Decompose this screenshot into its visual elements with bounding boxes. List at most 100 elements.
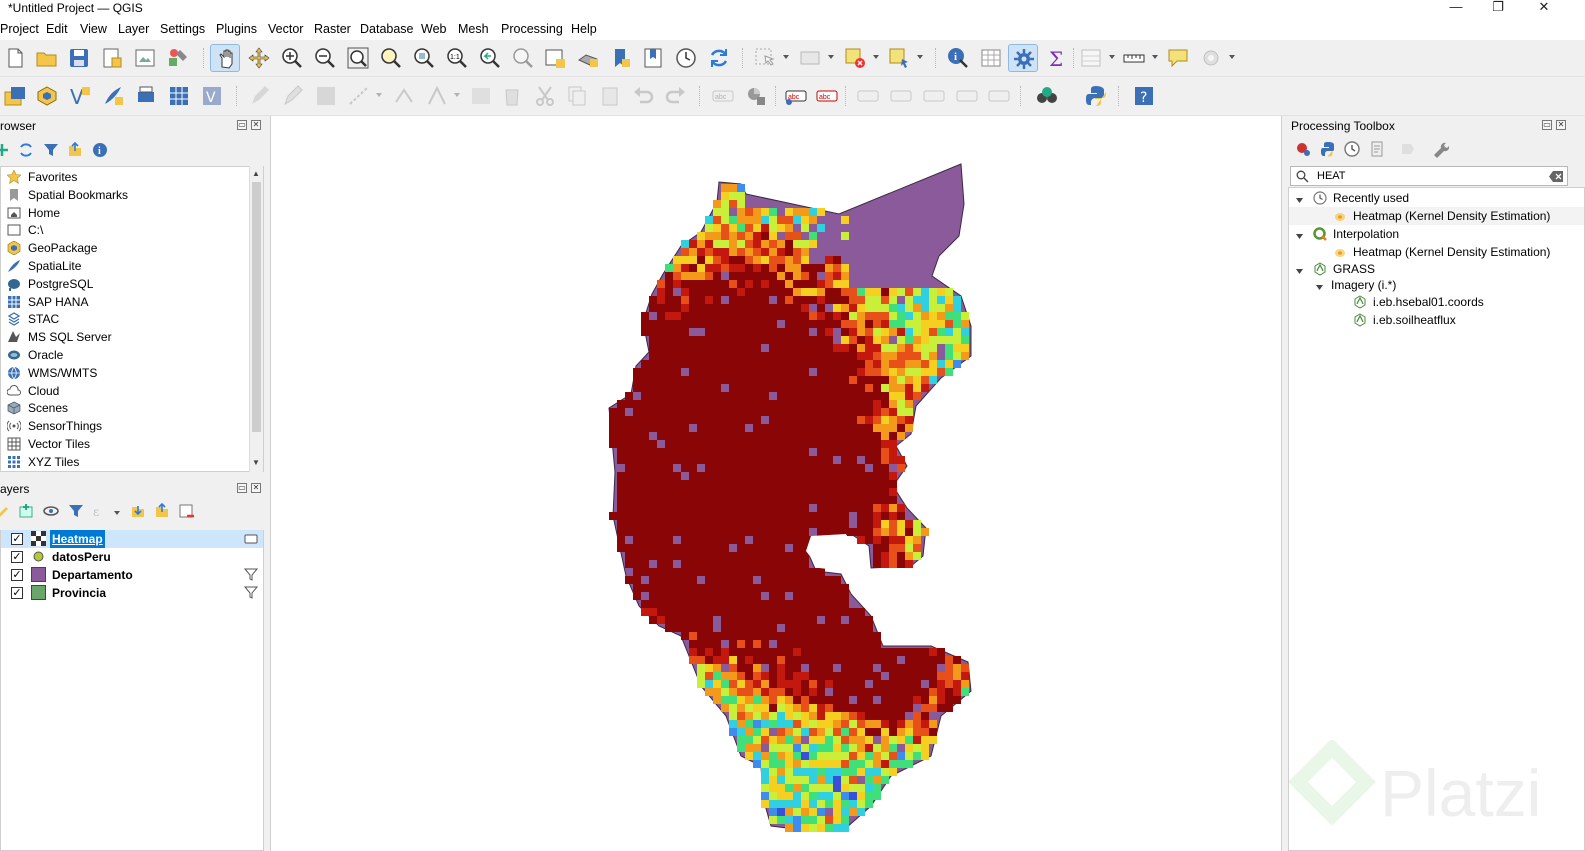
toolbox-group[interactable]: Imagery (i.*) <box>1289 276 1584 294</box>
select-by-value-icon[interactable] <box>798 46 822 70</box>
toolbox-algorithm[interactable]: Heatmap (Kernel Density Estimation) <box>1289 243 1584 261</box>
scripts-icon[interactable] <box>1319 140 1337 158</box>
models-icon[interactable] <box>1294 140 1312 158</box>
maximize-button[interactable]: ❐ <box>1478 0 1518 16</box>
menu-layer[interactable]: Layer <box>118 21 149 37</box>
menu-mesh[interactable]: Mesh <box>458 21 489 37</box>
measure-line-icon[interactable] <box>1122 46 1146 70</box>
zoom-to-layer-icon[interactable] <box>412 46 436 70</box>
close-panel-icon[interactable]: ✕ <box>251 120 261 130</box>
show-bookmarks-icon[interactable] <box>641 46 665 70</box>
style-manager-icon[interactable] <box>166 46 190 70</box>
cut-features-icon[interactable] <box>533 84 557 108</box>
properties-info-icon[interactable]: i <box>91 141 109 159</box>
new-virtual-layer-icon[interactable] <box>134 84 158 108</box>
manage-map-themes-icon[interactable] <box>42 502 60 520</box>
refresh-icon[interactable] <box>707 46 731 70</box>
deselect-features-icon[interactable] <box>843 46 867 70</box>
toolbox-algorithm[interactable]: i.eb.soilheatflux <box>1289 311 1584 329</box>
menu-edit[interactable]: Edit <box>46 21 68 37</box>
layer-item[interactable]: ✓ Departamento <box>1 566 263 584</box>
attribute-table-icon[interactable] <box>979 46 1003 70</box>
new-map-view-icon[interactable] <box>543 46 567 70</box>
add-vector-icon[interactable]: V <box>200 84 224 108</box>
layer-visibility-checkbox[interactable]: ✓ <box>11 551 23 563</box>
vertex-tool-icon[interactable] <box>392 84 416 108</box>
pan-map-icon[interactable] <box>210 44 240 72</box>
show-hide-labels-icon[interactable] <box>889 84 913 108</box>
select-location-icon[interactable] <box>887 46 911 70</box>
add-group-icon[interactable] <box>17 502 35 520</box>
filter-browser-icon[interactable] <box>42 141 60 159</box>
processing-toolbox-icon[interactable] <box>1008 44 1038 72</box>
edit-features-in-place-icon[interactable] <box>1399 140 1417 158</box>
identify-features-icon[interactable]: i <box>946 46 970 70</box>
close-button[interactable]: ✕ <box>1524 0 1564 16</box>
zoom-out-icon[interactable] <box>313 46 337 70</box>
menu-raster[interactable]: Raster <box>314 21 351 37</box>
toolbox-algorithm[interactable]: i.eb.hsebal01.coords <box>1289 293 1584 311</box>
zoom-to-selection-icon[interactable] <box>379 46 403 70</box>
rotate-label-icon[interactable] <box>955 84 979 108</box>
new-shapefile-icon[interactable]: V <box>68 84 92 108</box>
menu-project[interactable]: Project <box>0 21 39 37</box>
toolbox-search-box[interactable]: HEAT <box>1290 166 1568 186</box>
float-panel-icon[interactable]: ▭ <box>237 120 247 130</box>
menu-help[interactable]: Help <box>571 21 597 37</box>
zoom-in-icon[interactable] <box>280 46 304 70</box>
new-spatialite-icon[interactable] <box>101 84 125 108</box>
browser-scrollbar-thumb[interactable] <box>252 182 261 432</box>
menu-web[interactable]: Web <box>421 21 446 37</box>
toolbox-search-input[interactable]: HEAT <box>1317 170 1346 182</box>
layer-visibility-checkbox[interactable]: ✓ <box>11 569 23 581</box>
new-geopackage-icon[interactable] <box>35 84 59 108</box>
diagram-options-icon[interactable] <box>744 84 768 108</box>
float-toolbox-icon[interactable]: ▭ <box>1542 120 1552 130</box>
layer-item[interactable]: ✓ Provincia <box>1 584 263 602</box>
toolbox-group[interactable]: Recently used <box>1289 189 1584 207</box>
clear-search-icon[interactable] <box>1549 171 1563 182</box>
layer-item[interactable]: ✓ Heatmap <box>1 530 263 548</box>
filter-by-expression-icon[interactable]: ε <box>92 502 110 520</box>
open-field-calculator-icon[interactable] <box>1079 46 1103 70</box>
data-source-manager-icon[interactable] <box>3 84 27 108</box>
delete-selected-icon[interactable] <box>500 84 524 108</box>
layout-manager-icon[interactable] <box>133 46 157 70</box>
menu-database[interactable]: Database <box>360 21 414 37</box>
open-layer-styling-icon[interactable] <box>0 502 11 520</box>
highlight-pinned-labels-icon[interactable]: abc <box>784 84 808 108</box>
quickmapservices-icon[interactable] <box>1035 84 1059 108</box>
browser-scrollbar[interactable]: ▲ ▼ <box>249 166 263 472</box>
toggle-editing-icon[interactable] <box>281 84 305 108</box>
help-icon[interactable]: ? <box>1132 84 1156 108</box>
menu-vector[interactable]: Vector <box>268 21 303 37</box>
copy-features-icon[interactable] <box>565 84 589 108</box>
filter-legend-icon[interactable] <box>67 502 85 520</box>
advanced-digitize-icon[interactable] <box>425 84 449 108</box>
layer-item[interactable]: ✓ datosPeru <box>1 548 263 566</box>
menu-view[interactable]: View <box>80 21 107 37</box>
layer-visibility-checkbox[interactable]: ✓ <box>11 587 23 599</box>
new-3d-map-view-icon[interactable] <box>576 46 600 70</box>
temporal-controller-icon[interactable] <box>674 46 698 70</box>
close-toolbox-icon[interactable]: ✕ <box>1556 120 1566 130</box>
toolbox-group[interactable]: Interpolation <box>1289 225 1584 243</box>
float-layers-panel-icon[interactable]: ▭ <box>237 483 247 493</box>
close-layers-panel-icon[interactable]: ✕ <box>251 483 261 493</box>
change-label-icon[interactable] <box>987 84 1011 108</box>
add-selected-layers-icon[interactable] <box>0 141 11 159</box>
new-project-icon[interactable] <box>3 46 27 70</box>
zoom-full-icon[interactable] <box>346 46 370 70</box>
redo-icon[interactable] <box>664 84 688 108</box>
zoom-last-icon[interactable] <box>478 46 502 70</box>
gps-settings-icon[interactable] <box>1199 46 1223 70</box>
python-console-icon[interactable] <box>1084 84 1108 108</box>
label-toolbar-icon[interactable]: abc <box>711 84 735 108</box>
layer-visibility-checkbox[interactable]: ✓ <box>11 533 23 545</box>
collapse-all-layers-icon[interactable] <box>153 502 171 520</box>
digitize-icon[interactable] <box>347 84 371 108</box>
save-project-icon[interactable] <box>67 46 91 70</box>
minimize-button[interactable]: — <box>1436 0 1476 16</box>
menu-plugins[interactable]: Plugins <box>216 21 257 37</box>
remove-layer-icon[interactable] <box>177 502 195 520</box>
